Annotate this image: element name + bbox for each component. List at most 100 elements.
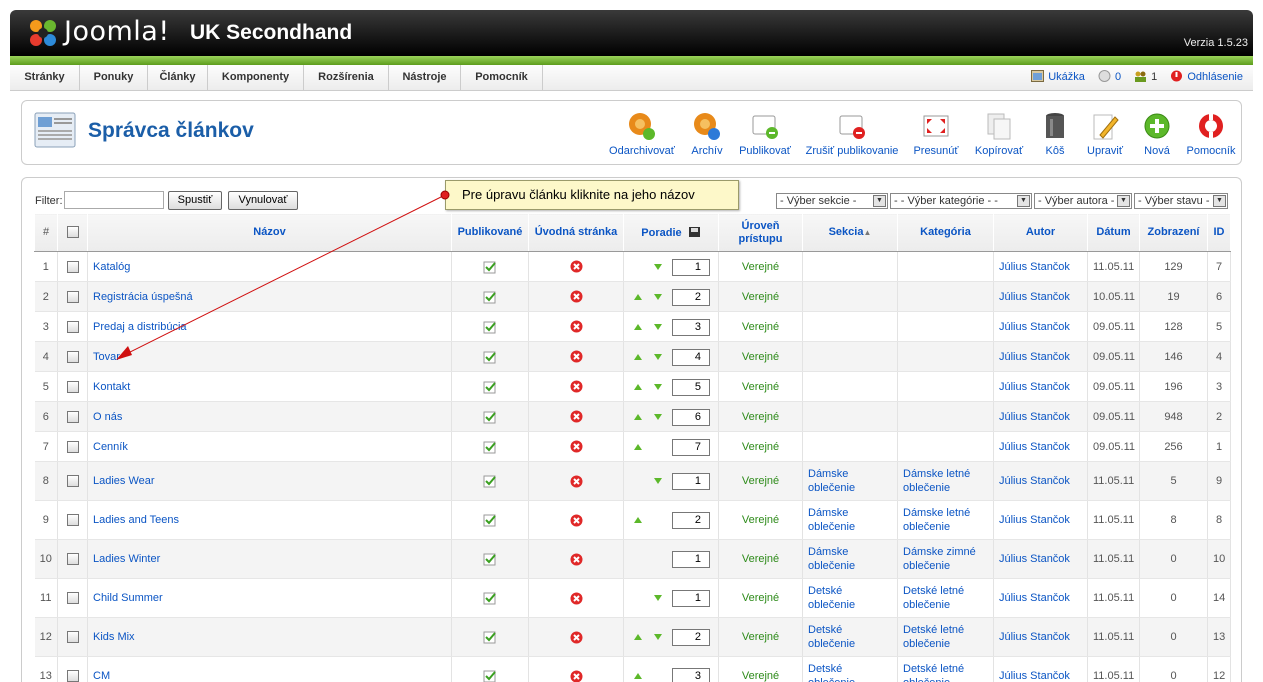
col-title[interactable]: Názov bbox=[87, 213, 452, 252]
row-checkbox[interactable] bbox=[66, 475, 79, 488]
category-select[interactable]: - - Výber kategórie - - ▼ bbox=[890, 193, 1032, 209]
col-published[interactable]: Publikované bbox=[451, 213, 529, 252]
article-title-link[interactable]: Predaj a distribúcia bbox=[93, 321, 187, 333]
access-cell[interactable]: Verejné bbox=[718, 341, 803, 372]
section-cell[interactable]: Detské oblečenie bbox=[802, 656, 898, 682]
article-title-link[interactable]: Katalóg bbox=[93, 261, 130, 273]
published-check-icon[interactable] bbox=[483, 350, 497, 364]
access-cell[interactable]: Verejné bbox=[718, 500, 803, 540]
order-input[interactable]: 1 bbox=[672, 551, 710, 568]
row-checkbox[interactable] bbox=[66, 631, 79, 644]
menu-item-extensions[interactable]: Rozšírenia bbox=[304, 65, 389, 91]
order-input[interactable]: 1 bbox=[672, 590, 710, 607]
menu-item-components[interactable]: Komponenty bbox=[208, 65, 304, 91]
author-cell[interactable]: Július Stančok bbox=[993, 371, 1088, 402]
author-cell[interactable]: Július Stančok bbox=[993, 281, 1088, 312]
article-title-link[interactable]: Ladies Wear bbox=[93, 475, 155, 487]
row-checkbox[interactable] bbox=[66, 380, 79, 393]
not-frontpage-x-icon[interactable] bbox=[570, 592, 583, 605]
access-cell[interactable]: Verejné bbox=[718, 656, 803, 682]
access-cell[interactable]: Verejné bbox=[718, 281, 803, 312]
new-button[interactable]: Nová bbox=[1136, 111, 1178, 161]
preview-link[interactable]: Ukážka bbox=[1031, 65, 1085, 90]
not-frontpage-x-icon[interactable] bbox=[570, 320, 583, 333]
access-cell[interactable]: Verejné bbox=[718, 371, 803, 402]
move-up-arrow-icon[interactable] bbox=[634, 413, 642, 420]
access-cell[interactable]: Verejné bbox=[718, 311, 803, 342]
author-cell[interactable]: Július Stančok bbox=[993, 431, 1088, 462]
row-checkbox[interactable] bbox=[66, 592, 79, 605]
col-category[interactable]: Kategória bbox=[897, 213, 994, 252]
section-cell[interactable]: Detské oblečenie bbox=[802, 578, 898, 618]
category-cell[interactable] bbox=[897, 341, 994, 372]
not-frontpage-x-icon[interactable] bbox=[570, 440, 583, 453]
move-up-arrow-icon[interactable] bbox=[634, 353, 642, 360]
col-author[interactable]: Autor bbox=[993, 213, 1088, 252]
category-cell[interactable] bbox=[897, 311, 994, 342]
article-title-link[interactable]: O nás bbox=[93, 411, 122, 423]
order-input[interactable]: 2 bbox=[672, 288, 710, 306]
move-up-arrow-icon[interactable] bbox=[634, 293, 642, 300]
access-cell[interactable]: Verejné bbox=[718, 578, 803, 618]
move-down-arrow-icon[interactable] bbox=[654, 595, 662, 601]
section-cell[interactable] bbox=[802, 311, 898, 342]
menu-item-tools[interactable]: Nástroje bbox=[389, 65, 461, 91]
section-cell[interactable]: Dámske oblečenie bbox=[802, 539, 898, 579]
users-status[interactable]: 1 bbox=[1134, 65, 1157, 90]
author-cell[interactable]: Július Stančok bbox=[993, 656, 1088, 682]
not-frontpage-x-icon[interactable] bbox=[570, 475, 583, 488]
filter-input[interactable] bbox=[64, 191, 164, 209]
author-cell[interactable]: Július Stančok bbox=[993, 461, 1088, 501]
messages-status[interactable]: 0 bbox=[1098, 65, 1121, 90]
col-access[interactable]: Úroveň prístupu bbox=[718, 213, 803, 252]
category-cell[interactable]: Detské letné oblečenie bbox=[897, 578, 994, 618]
published-check-icon[interactable] bbox=[483, 380, 497, 394]
order-input[interactable]: 2 bbox=[672, 512, 710, 529]
publish-button[interactable]: Publikovať bbox=[736, 111, 794, 161]
article-title-link[interactable]: Ladies Winter bbox=[93, 553, 160, 565]
move-up-arrow-icon[interactable] bbox=[634, 673, 642, 679]
article-title-link[interactable]: Cenník bbox=[93, 441, 128, 453]
not-frontpage-x-icon[interactable] bbox=[570, 553, 583, 566]
move-down-arrow-icon[interactable] bbox=[654, 478, 662, 484]
order-input[interactable]: 1 bbox=[672, 473, 710, 490]
published-check-icon[interactable] bbox=[483, 552, 497, 566]
order-input[interactable]: 2 bbox=[672, 629, 710, 646]
row-checkbox[interactable] bbox=[66, 410, 79, 423]
move-up-arrow-icon[interactable] bbox=[634, 383, 642, 390]
article-title-link[interactable]: Registrácia úspešná bbox=[93, 291, 193, 303]
move-down-arrow-icon[interactable] bbox=[654, 413, 662, 420]
category-cell[interactable]: Dámske zimné oblečenie bbox=[897, 539, 994, 579]
article-title-link[interactable]: Tovar bbox=[93, 351, 120, 363]
published-check-icon[interactable] bbox=[483, 669, 497, 682]
save-order-icon[interactable] bbox=[688, 226, 701, 238]
article-title-link[interactable]: Kontakt bbox=[93, 381, 130, 393]
not-frontpage-x-icon[interactable] bbox=[570, 290, 583, 303]
edit-button[interactable]: Upraviť bbox=[1082, 111, 1128, 161]
order-input[interactable]: 1 bbox=[672, 258, 710, 276]
order-input[interactable]: 3 bbox=[672, 668, 710, 682]
move-down-arrow-icon[interactable] bbox=[654, 293, 662, 300]
section-cell[interactable] bbox=[802, 371, 898, 402]
order-input[interactable]: 3 bbox=[672, 318, 710, 336]
published-check-icon[interactable] bbox=[483, 630, 497, 644]
published-check-icon[interactable] bbox=[483, 320, 497, 334]
section-cell[interactable] bbox=[802, 251, 898, 282]
move-up-arrow-icon[interactable] bbox=[634, 634, 642, 640]
col-hits[interactable]: Zobrazení bbox=[1139, 213, 1208, 252]
not-frontpage-x-icon[interactable] bbox=[570, 670, 583, 682]
access-cell[interactable]: Verejné bbox=[718, 251, 803, 282]
published-check-icon[interactable] bbox=[483, 513, 497, 527]
move-button[interactable]: Presunúť bbox=[910, 111, 962, 161]
not-frontpage-x-icon[interactable] bbox=[570, 631, 583, 644]
help-button[interactable]: Pomocník bbox=[1186, 111, 1236, 161]
move-down-arrow-icon[interactable] bbox=[654, 634, 662, 640]
row-checkbox[interactable] bbox=[66, 350, 79, 363]
access-cell[interactable]: Verejné bbox=[718, 617, 803, 657]
move-up-arrow-icon[interactable] bbox=[634, 443, 642, 450]
menu-item-pages[interactable]: Stránky bbox=[10, 65, 80, 91]
section-cell[interactable] bbox=[802, 341, 898, 372]
move-down-arrow-icon[interactable] bbox=[654, 323, 662, 330]
author-cell[interactable]: Július Stančok bbox=[993, 251, 1088, 282]
section-select[interactable]: - Výber sekcie - ▼ bbox=[776, 193, 888, 209]
